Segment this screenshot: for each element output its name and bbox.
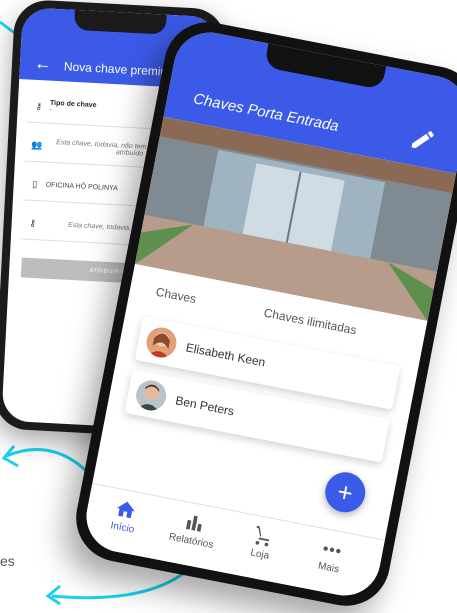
nav-label: Início bbox=[109, 520, 136, 536]
edit-pencil-icon[interactable] bbox=[408, 124, 438, 154]
nav-item-more[interactable]: Mais bbox=[298, 533, 364, 579]
nav-item-store[interactable]: Loja bbox=[229, 520, 295, 566]
home-icon bbox=[116, 501, 135, 519]
add-button[interactable]: + bbox=[321, 468, 369, 516]
key-type-value: - bbox=[49, 106, 53, 114]
contact-name: Ben Peters bbox=[174, 393, 236, 419]
nav-label: Loja bbox=[249, 547, 271, 562]
tab-keys[interactable]: Chaves bbox=[155, 285, 198, 307]
more-icon bbox=[323, 546, 341, 554]
bar-chart-icon bbox=[185, 515, 202, 532]
key-icon: ⚷ bbox=[29, 217, 37, 228]
nav-item-home[interactable]: Início bbox=[92, 493, 158, 539]
nav-label: Relatórios bbox=[167, 531, 215, 551]
key-icon: ⚷ bbox=[35, 100, 43, 111]
phone-icon: ▯ bbox=[32, 178, 38, 189]
avatar bbox=[133, 377, 169, 414]
avatar bbox=[143, 324, 180, 361]
cart-icon bbox=[255, 525, 270, 547]
caption-fragment: es bbox=[0, 553, 15, 569]
back-arrow-icon[interactable]: ← bbox=[34, 53, 53, 74]
user-add-icon: 👥 bbox=[30, 139, 43, 150]
nav-label: Mais bbox=[317, 560, 340, 576]
contact-name: Elisabeth Keen bbox=[184, 340, 267, 370]
tab-unlimited-keys[interactable]: Chaves ilimitadas bbox=[263, 306, 358, 338]
nav-item-reports[interactable]: Relatórios bbox=[161, 507, 227, 553]
